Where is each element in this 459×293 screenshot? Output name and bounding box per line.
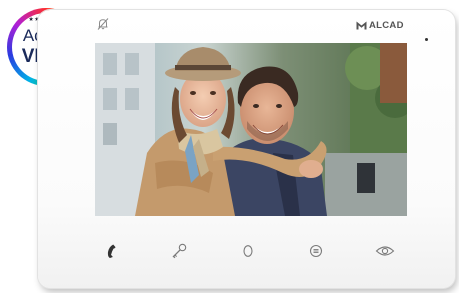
circle-icon — [243, 245, 253, 257]
video-screen — [95, 43, 407, 216]
call-button[interactable] — [97, 238, 123, 264]
view-camera-button[interactable] — [372, 238, 398, 264]
phone-handset-icon — [107, 244, 116, 258]
couple-portrait-photo — [95, 43, 407, 216]
alcad-mark-icon — [356, 21, 367, 29]
key-icon — [172, 243, 187, 259]
door-release-button[interactable] — [166, 238, 192, 264]
video-intercom-monitor: ALCAD — [38, 10, 455, 288]
brand-name: ALCAD — [369, 19, 404, 31]
status-led — [425, 38, 428, 41]
menu-icon — [309, 244, 323, 258]
menu-button[interactable] — [303, 238, 329, 264]
auxiliary-button[interactable] — [235, 238, 261, 264]
bell-off-icon — [96, 17, 110, 31]
control-button-row — [95, 238, 407, 264]
eye-icon — [375, 246, 395, 256]
brand-logo: ALCAD — [356, 17, 404, 33]
